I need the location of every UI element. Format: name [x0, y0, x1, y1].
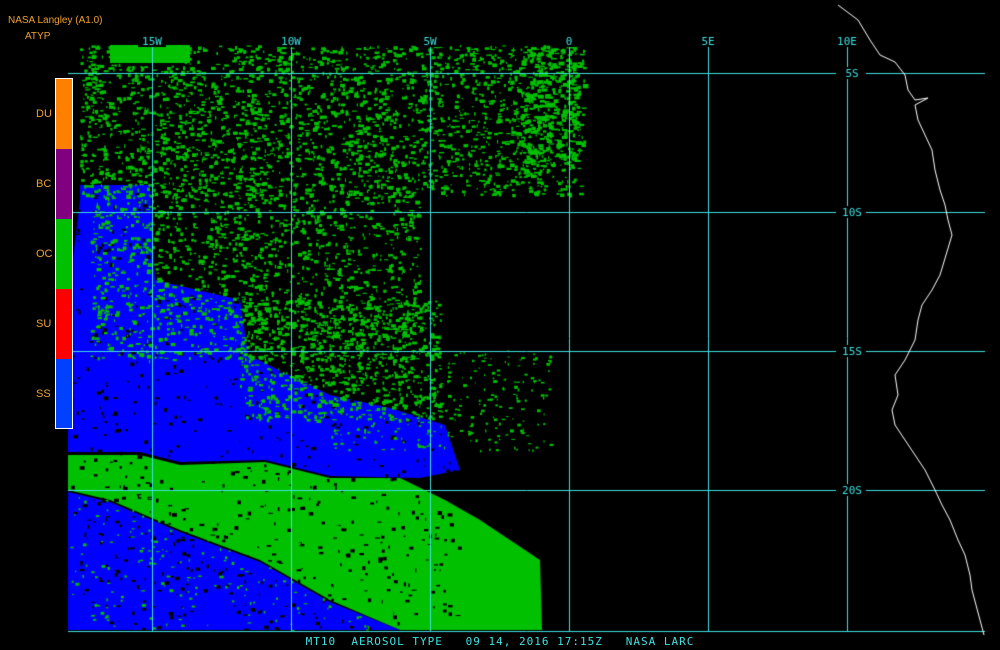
legend-label-du: DU: [36, 108, 52, 120]
image-caption: MT10 AEROSOL TYPE 09 14, 2016 17:15Z NAS…: [305, 635, 695, 648]
legend-label-oc: OC: [36, 248, 53, 260]
legend-label-ss: SS: [36, 388, 51, 400]
aerosol-type-legend: [55, 78, 73, 429]
aerosol-map: [0, 0, 1000, 650]
legend-swatch-ss: [56, 359, 72, 428]
source-label: NASA Langley (A1.0): [8, 15, 103, 26]
legend-swatch-du: [56, 79, 72, 149]
legend-swatch-su: [56, 289, 72, 359]
product-label: ATYP: [25, 31, 51, 42]
legend-label-bc: BC: [36, 178, 52, 190]
legend-label-su: SU: [36, 318, 52, 330]
legend-swatch-bc: [56, 149, 72, 219]
legend-swatch-oc: [56, 219, 72, 289]
